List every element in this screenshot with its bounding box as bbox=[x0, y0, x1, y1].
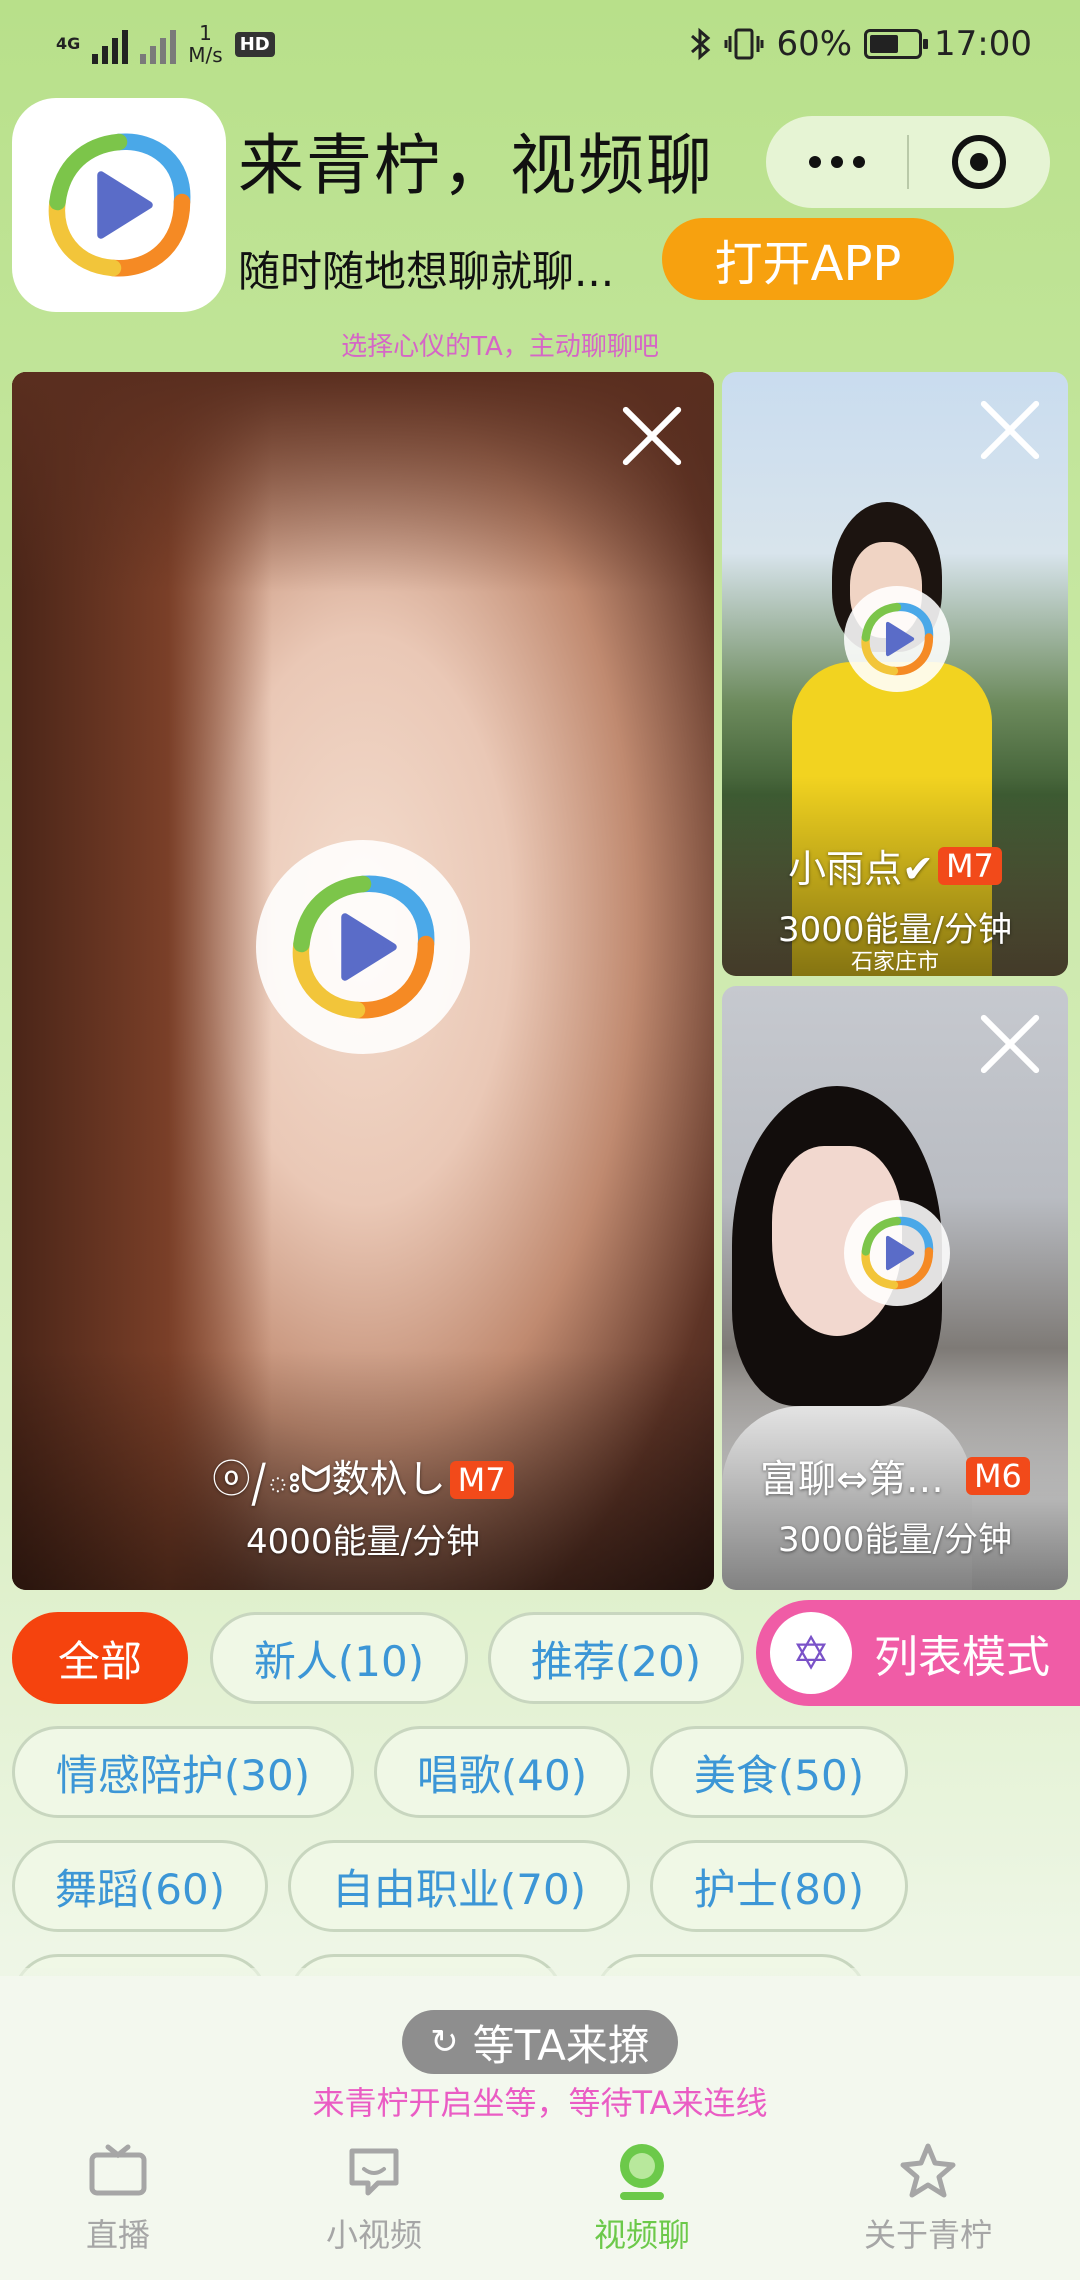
signal-icon bbox=[92, 24, 129, 64]
video-card-2[interactable]: 小雨点✔ M7 3000能量/分钟 石家庄市 bbox=[722, 372, 1068, 976]
clock: 17:00 bbox=[934, 24, 1032, 64]
network-type: 4G bbox=[56, 34, 81, 53]
card-rate: 4000能量/分钟 bbox=[246, 1522, 480, 1562]
play-logo-icon bbox=[861, 602, 934, 676]
close-card-button[interactable] bbox=[974, 394, 1046, 466]
tag-dance[interactable]: 舞蹈(60) bbox=[12, 1840, 268, 1932]
tab-video-chat[interactable]: 视频聊 bbox=[542, 2138, 742, 2258]
tab-live[interactable]: 直播 bbox=[18, 2138, 218, 2258]
speed-value: 1 bbox=[199, 21, 212, 45]
tag-food[interactable]: 美食(50) bbox=[650, 1726, 908, 1818]
tag-emotional-care[interactable]: 情感陪护(30) bbox=[12, 1726, 354, 1818]
star-icon bbox=[900, 2143, 956, 2198]
app-logo bbox=[12, 98, 226, 312]
hd-badge: HD bbox=[234, 31, 275, 57]
tag-nurse[interactable]: 护士(80) bbox=[650, 1840, 908, 1932]
network-speed: 1 M/s bbox=[188, 22, 222, 66]
card-name: 富聊⇔第… bbox=[760, 1457, 944, 1501]
chat-bubble-icon bbox=[349, 2148, 399, 2196]
play-logo-icon bbox=[292, 875, 435, 1019]
qingning-logo-icon bbox=[48, 133, 191, 277]
tab-live-label: 直播 bbox=[85, 2216, 150, 2254]
card-city: 石家庄市 bbox=[850, 950, 939, 975]
select-tip: 选择心仪的TA，主动聊聊吧 bbox=[0, 326, 1080, 363]
battery-icon bbox=[864, 29, 929, 59]
network-tag: 4G bbox=[56, 36, 80, 52]
level-badge: M6 bbox=[965, 1456, 1030, 1495]
tag-freelance[interactable]: 自由职业(70) bbox=[288, 1840, 630, 1932]
speed-unit: M/s bbox=[188, 43, 223, 67]
card-name: ⓞ/ఃᗢ数杁し bbox=[212, 1457, 446, 1501]
tab-short-video-label: 小视频 bbox=[325, 2216, 422, 2254]
play-badge[interactable] bbox=[844, 586, 950, 692]
tv-icon bbox=[89, 2144, 147, 2196]
status-right: 60% 17:00 bbox=[688, 24, 1032, 64]
card-name: 小雨点✔ bbox=[788, 847, 934, 891]
wait-button-label: 等TA来撩 bbox=[472, 2020, 650, 2070]
list-mode-label: 列表模式 bbox=[874, 1632, 1050, 1683]
target-icon bbox=[952, 135, 1007, 189]
wait-button[interactable]: ↻ 等TA来撩 bbox=[402, 2010, 678, 2074]
tag-singing[interactable]: 唱歌(40) bbox=[374, 1726, 630, 1818]
list-mode-button[interactable]: ✡ 列表模式 bbox=[756, 1600, 1080, 1706]
miniprogram-capsule bbox=[766, 116, 1050, 208]
close-card-button[interactable] bbox=[974, 1008, 1046, 1080]
signal-2-icon bbox=[140, 24, 177, 64]
vibrate-icon bbox=[724, 28, 764, 60]
tag-all[interactable]: 全部 bbox=[12, 1612, 188, 1704]
tab-short-video[interactable]: 小视频 bbox=[274, 2138, 474, 2258]
level-badge: M7 bbox=[937, 846, 1002, 885]
video-card-3[interactable]: 富聊⇔第… M6 3000能量/分钟 bbox=[722, 986, 1068, 1590]
app-title: 来青柠，视频聊 bbox=[238, 127, 714, 204]
tab-video-chat-label: 视频聊 bbox=[593, 2216, 690, 2254]
tab-about-label: 关于青柠 bbox=[863, 2216, 992, 2254]
battery-percent: 60% bbox=[776, 24, 853, 64]
close-card-button[interactable] bbox=[616, 400, 688, 472]
video-card-large[interactable]: ⓞ/ఃᗢ数杁し M7 4000能量/分钟 bbox=[12, 372, 714, 1590]
more-dots-icon bbox=[808, 156, 865, 168]
webcam-icon bbox=[620, 2144, 664, 2200]
tab-about[interactable]: 关于青柠 bbox=[828, 2138, 1028, 2258]
open-app-button[interactable]: 打开APP bbox=[662, 218, 954, 300]
more-button[interactable] bbox=[766, 116, 907, 208]
play-badge[interactable] bbox=[844, 1200, 950, 1306]
refresh-icon: ↻ bbox=[430, 2022, 459, 2062]
close-miniprogram-button[interactable] bbox=[909, 116, 1050, 208]
card-rate: 3000能量/分钟 bbox=[778, 1520, 1012, 1560]
tag-new[interactable]: 新人(10) bbox=[210, 1612, 468, 1704]
card-photo-hair-top bbox=[12, 372, 714, 592]
select-tip-text: 选择心仪的TA，主动聊聊吧 bbox=[341, 332, 659, 362]
status-left: 4G 1 M/s HD bbox=[56, 22, 275, 66]
star-of-david-icon: ✡ bbox=[770, 1612, 852, 1694]
card-name-row: 富聊⇔第… M6 bbox=[722, 1448, 1068, 1503]
tag-recommend[interactable]: 推荐(20) bbox=[488, 1612, 744, 1704]
play-badge[interactable] bbox=[256, 840, 470, 1054]
wait-tip: 来青柠开启坐等，等待TA来连线 bbox=[312, 2084, 768, 2122]
level-badge: M7 bbox=[449, 1460, 514, 1499]
status-bar: 4G 1 M/s HD 60% 17:00 bbox=[0, 0, 1080, 92]
bluetooth-icon bbox=[691, 27, 711, 61]
app-subtitle: 随时随地想聊就聊... bbox=[238, 247, 615, 296]
card-name-row: 小雨点✔ M7 bbox=[722, 838, 1068, 893]
card-name-row: ⓞ/ఃᗢ数杁し M7 bbox=[12, 1448, 714, 1511]
play-logo-icon bbox=[861, 1216, 934, 1290]
